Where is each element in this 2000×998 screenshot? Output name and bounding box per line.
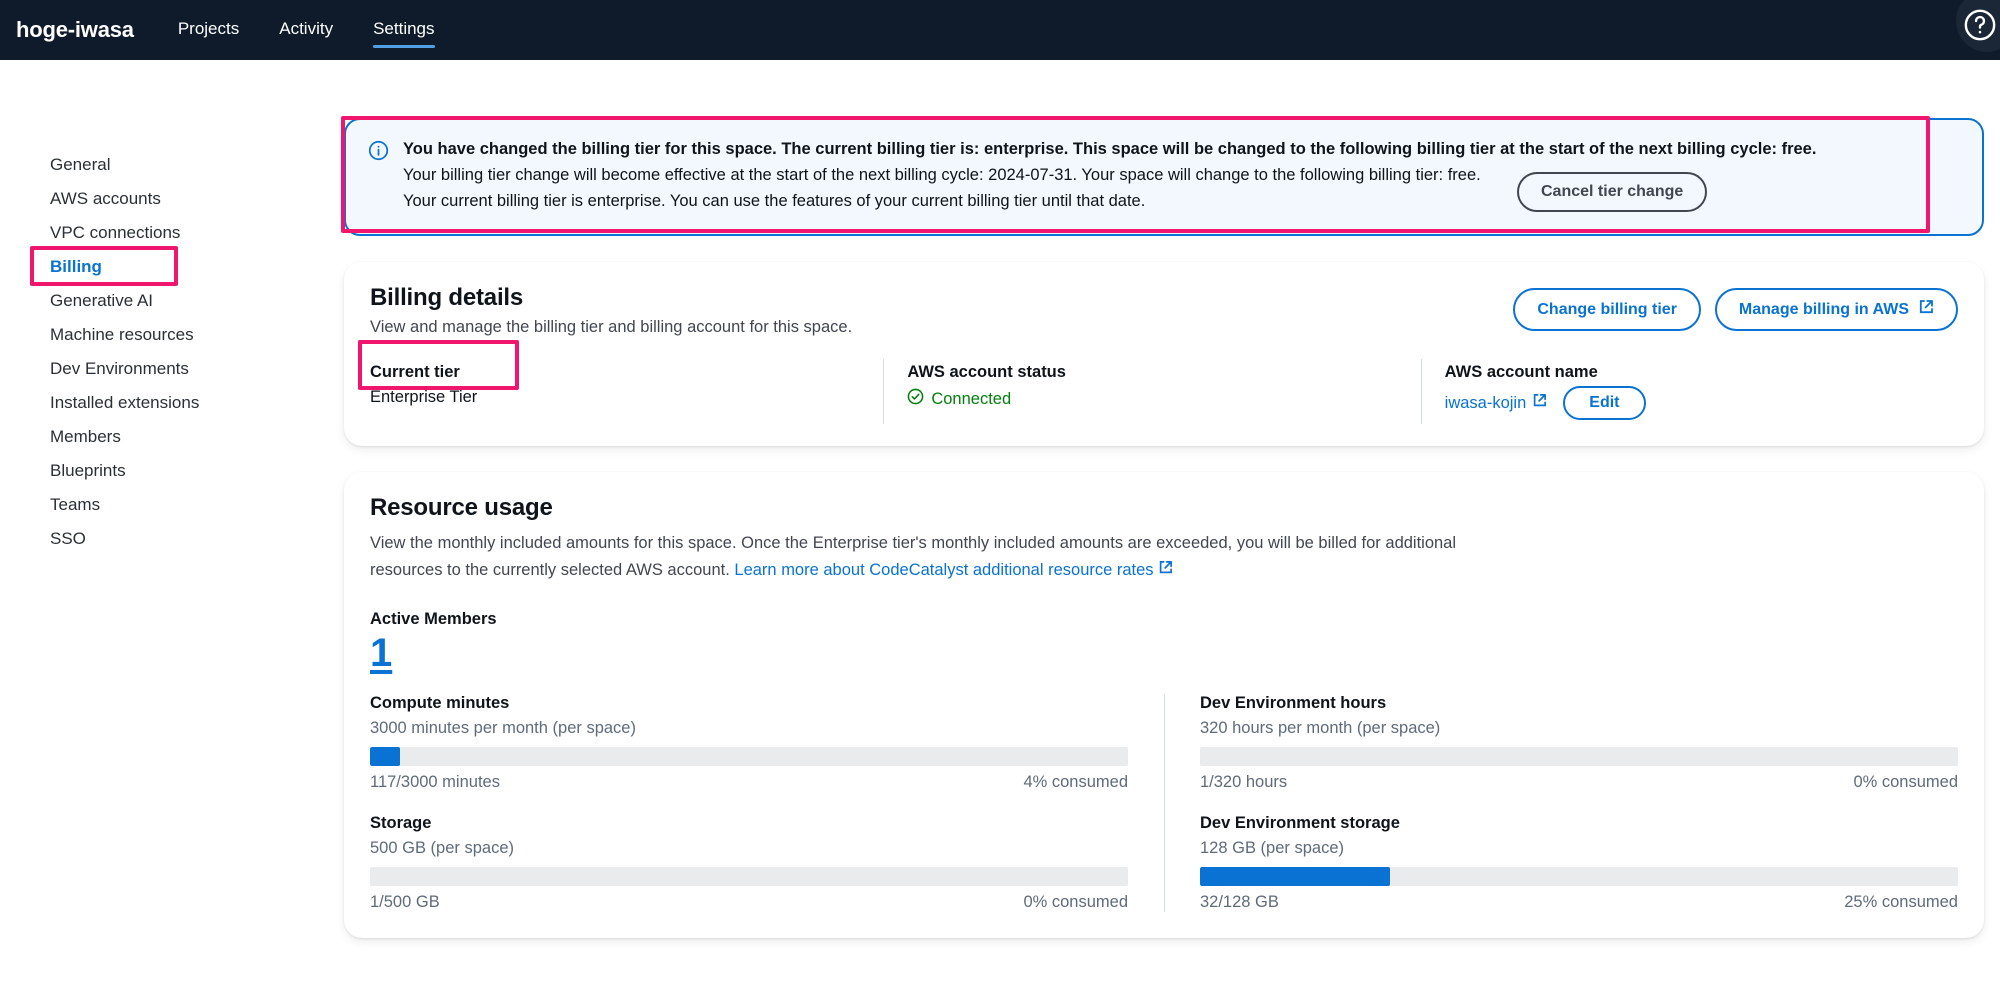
usage-column-right: Dev Environment hours 320 hours per mont…: [1164, 694, 1958, 912]
sidebar-item-teams[interactable]: Teams: [0, 488, 330, 522]
nav-link-projects[interactable]: Projects: [178, 19, 239, 42]
metric-name: Storage: [370, 814, 432, 832]
active-members-label: Active Members: [370, 610, 497, 628]
resource-usage-title: Resource usage: [370, 494, 553, 521]
external-link-icon: [1918, 299, 1934, 320]
sidebar-item-sso[interactable]: SSO: [0, 522, 330, 556]
manage-billing-in-aws-label: Manage billing in AWS: [1738, 300, 1909, 318]
check-circle-icon: [907, 388, 924, 410]
billing-settings-page: hoge-iwasa Projects Activity Settings Ge…: [0, 0, 2000, 998]
active-members-value[interactable]: 1: [370, 631, 392, 676]
billing-details-description: View and manage the billing tier and bil…: [370, 318, 853, 336]
sidebar-item-dev-environments[interactable]: Dev Environments: [0, 352, 330, 386]
info-icon: [368, 140, 389, 214]
settings-sidebar: General AWS accounts VPC connections Bil…: [0, 60, 330, 556]
current-tier-value: Enterprise Tier: [370, 388, 478, 406]
progress-bar: [1200, 747, 1958, 766]
aws-account-name-link[interactable]: iwasa-kojin: [1445, 393, 1548, 413]
space-brand[interactable]: hoge-iwasa: [16, 17, 134, 43]
sidebar-item-aws-accounts[interactable]: AWS accounts: [0, 182, 330, 216]
metric-dev-environment-storage: Dev Environment storage 128 GB (per spac…: [1200, 814, 1958, 912]
metric-consumed-text: 0% consumed: [1023, 893, 1128, 911]
sidebar-item-blueprints[interactable]: Blueprints: [0, 454, 330, 488]
metric-allowance: 500 GB (per space): [370, 839, 514, 857]
metric-name: Dev Environment hours: [1200, 694, 1387, 712]
banner-body-text: Your billing tier change will become eff…: [403, 166, 1481, 210]
metric-used-text: 32/128 GB: [1200, 893, 1279, 911]
current-tier-block: Current tier Enterprise Tier: [370, 363, 883, 420]
external-link-icon: [1158, 561, 1173, 579]
progress-bar-fill: [1200, 867, 1390, 886]
help-circle-icon[interactable]: [1956, 0, 2000, 52]
metric-used-text: 117/3000 minutes: [370, 773, 500, 791]
billing-details-title: Billing details: [370, 284, 524, 311]
sidebar-item-generative-ai[interactable]: Generative AI: [0, 284, 330, 318]
metric-consumed-text: 25% consumed: [1844, 893, 1958, 911]
metric-allowance: 3000 minutes per month (per space): [370, 719, 636, 737]
aws-account-status-block: AWS account status Connected: [883, 359, 1420, 424]
external-link-icon: [1532, 393, 1547, 413]
metric-allowance: 128 GB (per space): [1200, 839, 1344, 857]
aws-account-name-block: AWS account name iwasa-kojin Edit: [1420, 359, 1958, 424]
resource-rates-link-label: Learn more about CodeCatalyst additional…: [734, 561, 1154, 579]
change-billing-tier-button[interactable]: Change billing tier: [1513, 288, 1701, 331]
sidebar-item-members[interactable]: Members: [0, 420, 330, 454]
sidebar-item-machine-resources[interactable]: Machine resources: [0, 318, 330, 352]
main-content: You have changed the billing tier for th…: [344, 60, 1984, 938]
status-badge: Connected: [907, 388, 1011, 410]
metric-storage: Storage 500 GB (per space) 1/500 GB 0% c…: [370, 814, 1128, 912]
aws-account-name-label: AWS account name: [1444, 363, 1598, 381]
metric-used-text: 1/500 GB: [370, 893, 440, 911]
banner-headline: You have changed the billing tier for th…: [403, 140, 1817, 158]
aws-account-status-label: AWS account status: [907, 363, 1066, 381]
progress-bar: [370, 747, 1128, 766]
cancel-tier-change-button[interactable]: Cancel tier change: [1517, 172, 1708, 212]
sidebar-item-general[interactable]: General: [0, 148, 330, 182]
usage-metrics-grid: Compute minutes 3000 minutes per month (…: [370, 694, 1958, 912]
resource-usage-card: Resource usage View the monthly included…: [344, 472, 1984, 938]
edit-aws-account-button[interactable]: Edit: [1563, 386, 1646, 420]
nav-link-settings[interactable]: Settings: [373, 19, 435, 48]
current-tier-label: Current tier: [370, 363, 460, 381]
metric-compute-minutes: Compute minutes 3000 minutes per month (…: [370, 694, 1128, 792]
aws-account-name-value: iwasa-kojin: [1444, 393, 1527, 412]
resource-rates-link[interactable]: Learn more about CodeCatalyst additional…: [734, 561, 1173, 579]
manage-billing-in-aws-button[interactable]: Manage billing in AWS: [1714, 288, 1958, 331]
billing-tier-change-banner: You have changed the billing tier for th…: [344, 118, 1984, 236]
metric-dev-environment-hours: Dev Environment hours 320 hours per mont…: [1200, 694, 1958, 792]
progress-bar: [370, 867, 1128, 886]
billing-details-card: Billing details View and manage the bill…: [344, 262, 1984, 446]
metric-consumed-text: 4% consumed: [1023, 773, 1128, 791]
sidebar-item-installed-extensions[interactable]: Installed extensions: [0, 386, 330, 420]
sidebar-item-billing[interactable]: Billing: [0, 250, 330, 284]
progress-bar: [1200, 867, 1958, 886]
change-billing-tier-label: Change billing tier: [1537, 300, 1677, 318]
top-navigation-bar: hoge-iwasa Projects Activity Settings: [0, 0, 2000, 60]
metric-consumed-text: 0% consumed: [1853, 773, 1958, 791]
metric-name: Compute minutes: [370, 694, 510, 712]
sidebar-item-vpc-connections[interactable]: VPC connections: [0, 216, 330, 250]
metric-used-text: 1/320 hours: [1200, 773, 1288, 791]
usage-column-left: Compute minutes 3000 minutes per month (…: [370, 694, 1164, 912]
metric-name: Dev Environment storage: [1200, 814, 1400, 832]
progress-bar-fill: [370, 747, 401, 766]
status-badge-label: Connected: [931, 389, 1012, 408]
metric-allowance: 320 hours per month (per space): [1200, 719, 1441, 737]
nav-link-activity[interactable]: Activity: [279, 19, 333, 42]
